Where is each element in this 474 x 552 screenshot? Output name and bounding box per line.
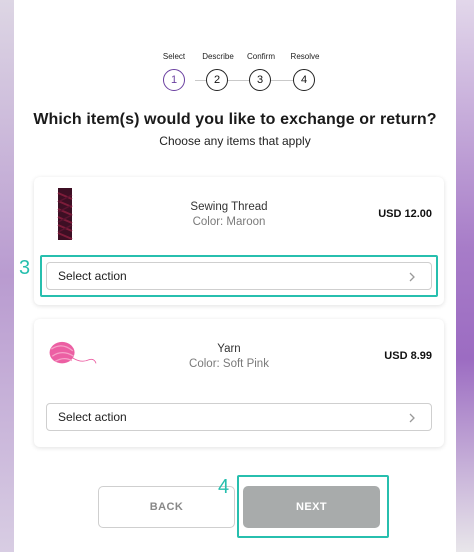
chevron-right-icon — [409, 272, 415, 282]
step-label-resolve: Resolve — [290, 52, 320, 61]
return-panel: Select Describe Confirm Resolve 1 2 3 4 … — [14, 0, 456, 552]
step-connector — [228, 80, 249, 81]
step-connector — [195, 80, 206, 81]
background-left — [0, 0, 14, 552]
item-card-yarn[interactable]: Yarn Color: Soft Pink USD 8.99 Select ac… — [34, 319, 444, 447]
item-price: USD 12.00 — [378, 208, 432, 220]
callout-number-3: 3 — [19, 257, 31, 279]
step-1-circle[interactable]: 1 — [163, 69, 185, 91]
next-button[interactable]: NEXT — [243, 486, 380, 528]
select-action-label: Select action — [58, 269, 127, 283]
step-label-confirm: Confirm — [246, 52, 275, 61]
item-card-sewing-thread[interactable]: Sewing Thread Color: Maroon USD 12.00 Se… — [34, 177, 444, 305]
maroon-thread-spool-icon — [57, 188, 73, 240]
item-price: USD 8.99 — [384, 350, 432, 362]
step-label-select: Select — [162, 52, 186, 61]
item-name: Sewing Thread — [190, 201, 268, 213]
back-button[interactable]: BACK — [98, 486, 235, 528]
step-2-circle[interactable]: 2 — [206, 69, 228, 91]
select-action-label: Select action — [58, 410, 127, 424]
callout-number-4: 4 — [218, 476, 230, 498]
background-right — [456, 0, 474, 552]
page-subtitle: Choose any items that apply — [159, 134, 311, 148]
select-action-dropdown[interactable]: Select action — [46, 262, 432, 290]
item-color: Color: Soft Pink — [189, 358, 269, 370]
item-color: Color: Maroon — [192, 216, 266, 228]
progress-stepper: Select Describe Confirm Resolve 1 2 3 4 — [14, 50, 456, 94]
page-title: Which item(s) would you like to exchange… — [33, 111, 437, 128]
select-action-dropdown[interactable]: Select action — [46, 403, 432, 431]
step-4-circle[interactable]: 4 — [293, 69, 315, 91]
pink-yarn-ball-icon — [49, 341, 97, 364]
chevron-right-icon — [409, 413, 415, 423]
item-name: Yarn — [217, 343, 241, 355]
step-connector — [271, 80, 293, 81]
step-3-circle[interactable]: 3 — [249, 69, 271, 91]
